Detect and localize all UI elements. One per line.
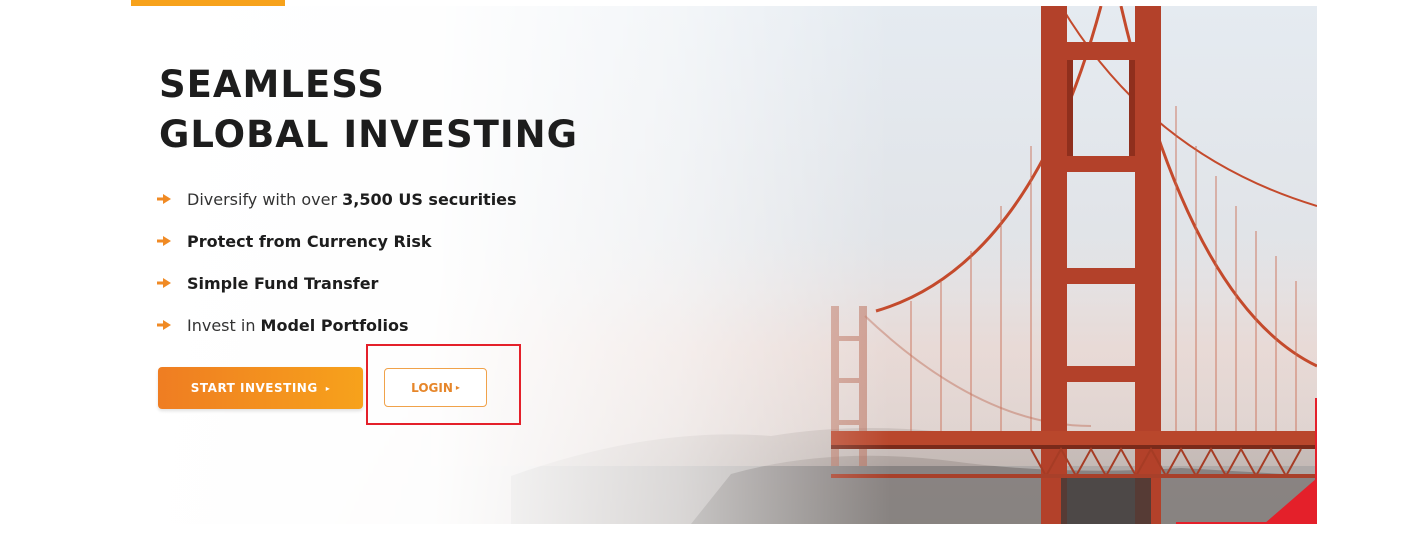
hero-banner: SEAMLESS GLOBAL INVESTING Diversify with… bbox=[131, 6, 1317, 524]
feature-text-bold: Protect from Currency Risk bbox=[187, 231, 432, 251]
red-corner-decoration bbox=[1176, 398, 1317, 524]
hero-title-line-2: GLOBAL INVESTING bbox=[159, 113, 579, 156]
login-button[interactable]: LOGIN ▸ bbox=[384, 368, 487, 407]
feature-text-bold: Model Portfolios bbox=[260, 315, 409, 335]
feature-item-securities: Diversify with over 3,500 US securities bbox=[157, 178, 517, 220]
feature-text-bold: Simple Fund Transfer bbox=[187, 273, 379, 293]
feature-list: Diversify with over 3,500 US securities … bbox=[157, 178, 517, 346]
chevron-right-icon: ▸ bbox=[455, 383, 460, 392]
hero-title-line-1: SEAMLESS bbox=[159, 63, 385, 106]
start-investing-label: START INVESTING bbox=[190, 381, 318, 395]
hero-title: SEAMLESS GLOBAL INVESTING bbox=[159, 60, 578, 160]
feature-item-currency-risk: Protect from Currency Risk bbox=[157, 220, 517, 262]
feature-item-fund-transfer: Simple Fund Transfer bbox=[157, 262, 517, 304]
orange-arrow-icon bbox=[157, 320, 171, 330]
login-label: LOGIN bbox=[411, 380, 453, 395]
orange-arrow-icon bbox=[157, 194, 171, 204]
landing-page: SEAMLESS GLOBAL INVESTING Diversify with… bbox=[0, 0, 1421, 554]
feature-text-bold: 3,500 US securities bbox=[342, 189, 517, 209]
feature-item-model-portfolios: Invest in Model Portfolios bbox=[157, 304, 517, 346]
feature-text-pre: Invest in bbox=[187, 315, 256, 335]
chevron-right-icon: ▸ bbox=[325, 383, 331, 393]
orange-arrow-icon bbox=[157, 236, 171, 246]
feature-text-pre: Diversify with over bbox=[187, 189, 338, 209]
orange-arrow-icon bbox=[157, 278, 171, 288]
start-investing-button[interactable]: START INVESTING ▸ bbox=[158, 367, 363, 409]
